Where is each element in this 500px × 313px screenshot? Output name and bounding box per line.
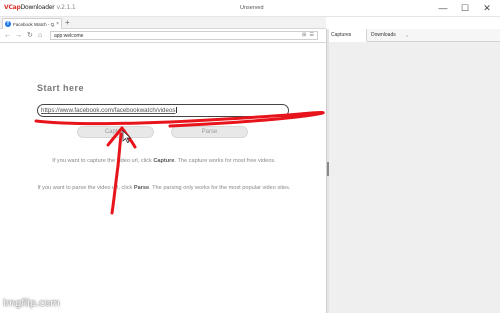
app-logo-name: Downloader <box>20 4 55 11</box>
parse-button[interactable]: Parse <box>171 126 248 138</box>
video-url-value: https://www.facebook.com/facebookwatch/v… <box>41 107 178 114</box>
app-logo-brand: VCap <box>4 4 21 11</box>
parse-help-post: . The parsing only works for the most po… <box>149 185 291 191</box>
address-bar[interactable]: app:welcome ⊞ ☰ <box>50 31 318 40</box>
capture-help-text: If you want to capture the video url, cl… <box>40 156 288 166</box>
capture-help-bold: Capture <box>153 158 175 164</box>
tab-close-icon[interactable]: × <box>56 21 59 27</box>
app-logo: VCapDownloader v.2.1.1 <box>4 4 76 11</box>
page-title: Start here <box>37 83 85 93</box>
facebook-icon: f <box>5 21 11 27</box>
capture-help-pre: If you want to capture the video url, cl… <box>52 158 154 164</box>
tab-downloads[interactable]: Downloads <box>369 29 411 42</box>
browser-tab[interactable]: f Facebook Watch - Q... × <box>2 18 62 29</box>
text-cursor <box>176 107 178 113</box>
capture-button[interactable]: Capture <box>77 126 154 138</box>
parse-help-pre: If you want to parse the video url, clic… <box>37 185 134 191</box>
address-tools-icon[interactable]: ⊞ ☰ <box>302 32 315 38</box>
tab-title: Facebook Watch - Q... <box>13 21 56 27</box>
side-panel-tabs: Captures Downloads × <box>329 29 500 42</box>
capture-help-post: . The capture works for most free videos… <box>174 158 276 164</box>
forward-icon[interactable]: → <box>15 31 22 40</box>
parse-help-text: If you want to parse the video url, clic… <box>34 183 294 193</box>
parse-help-bold: Parse <box>133 185 150 191</box>
video-url-input[interactable]: https://www.facebook.com/facebookwatch/v… <box>37 104 289 117</box>
maximize-button[interactable]: ☐ <box>458 2 472 14</box>
home-icon[interactable]: ⌂ <box>38 31 42 40</box>
new-tab-button[interactable]: + <box>65 19 70 27</box>
video-url-text: https://www.facebook.com/facebookwatch/v… <box>41 107 176 114</box>
title-bar: VCapDownloader v.2.1.1 Unserved — ☐ ✕ <box>0 0 500 17</box>
app-window: VCapDownloader v.2.1.1 Unserved — ☐ ✕ f F… <box>0 0 500 313</box>
address-text: app:welcome <box>54 33 84 39</box>
close-button[interactable]: ✕ <box>480 2 494 14</box>
navigation-bar: ← → ↻ ⌂ app:welcome ⊞ ☰ <box>0 29 326 43</box>
tab-captures[interactable]: Captures <box>329 29 367 42</box>
watermark: imgflip.com <box>3 298 60 309</box>
side-panel: Captures Downloads × <box>329 29 500 313</box>
minimize-button[interactable]: — <box>436 2 450 14</box>
app-version: v.2.1.1 <box>56 4 76 11</box>
reload-icon[interactable]: ↻ <box>27 31 33 40</box>
downloads-close-icon[interactable]: × <box>406 34 408 38</box>
welcome-page: Start here https://www.facebook.com/face… <box>0 43 326 313</box>
tab-bar: f Facebook Watch - Q... × + <box>0 17 326 29</box>
window-controls: — ☐ ✕ <box>436 2 494 14</box>
window-title: Unserved <box>240 5 264 11</box>
back-icon[interactable]: ← <box>4 31 11 40</box>
